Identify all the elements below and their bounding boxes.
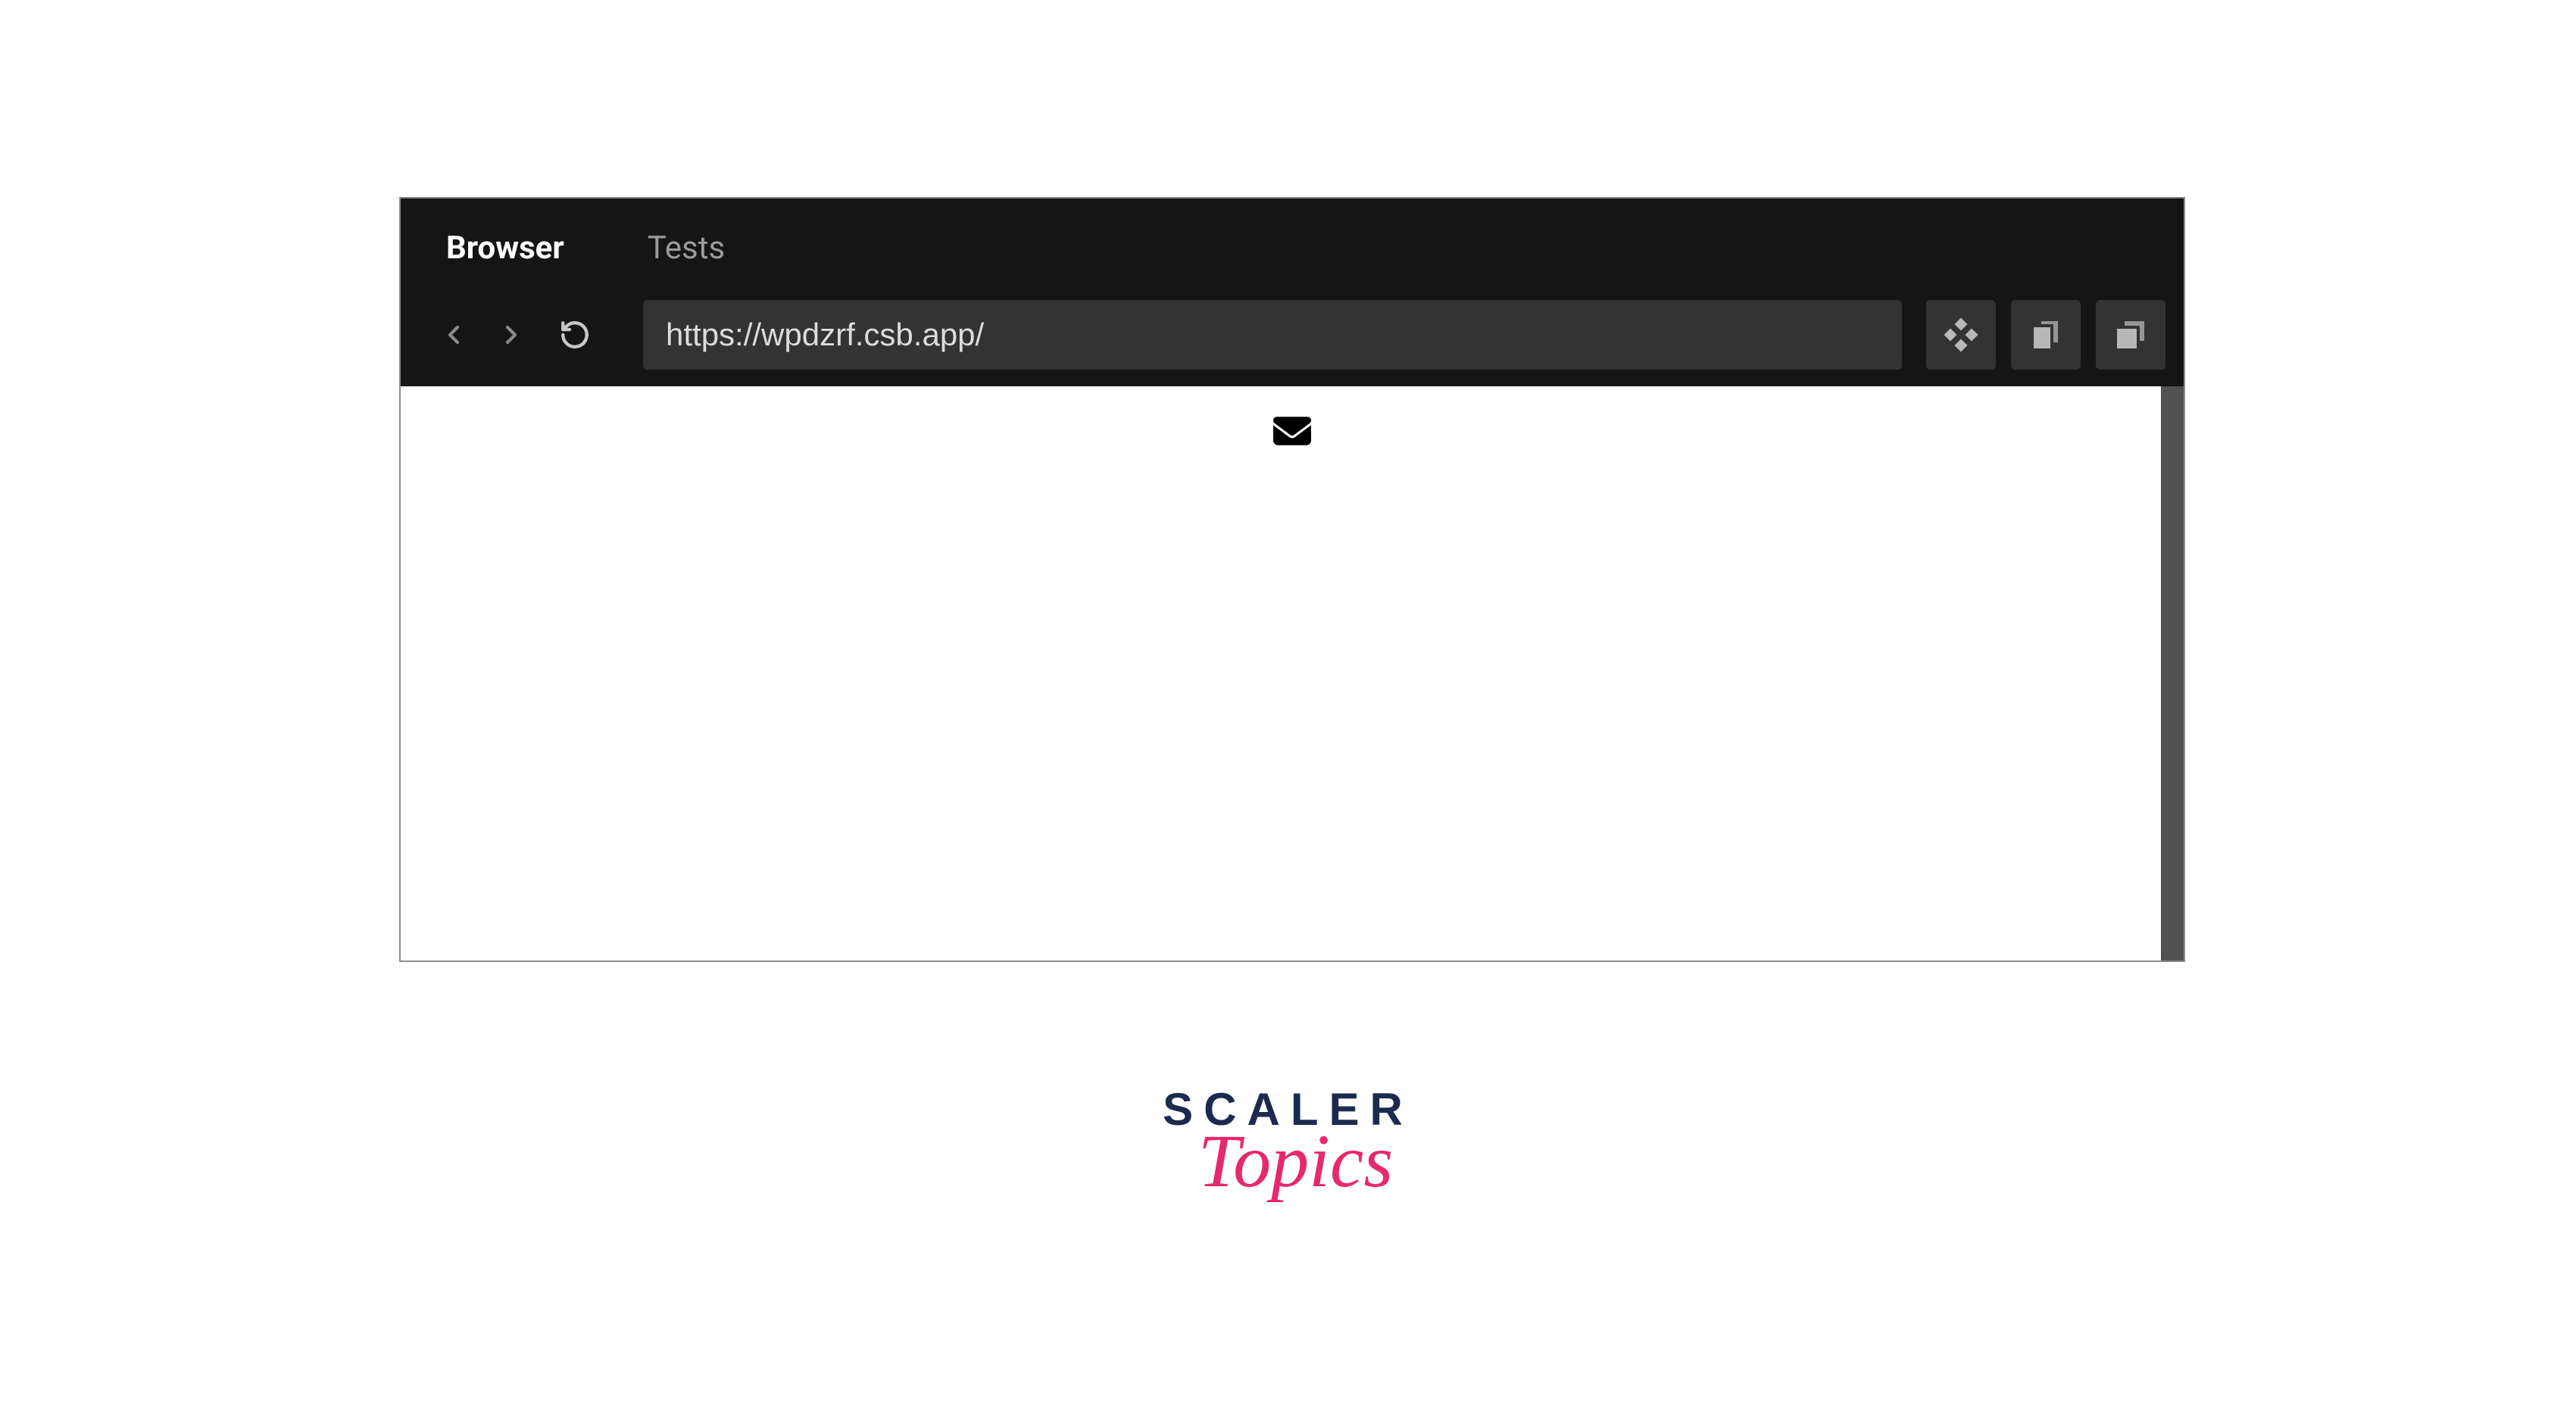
new-window-button[interactable]	[2011, 300, 2081, 370]
reload-button[interactable]	[557, 317, 593, 353]
windows-icon	[2112, 317, 2149, 353]
envelope-icon	[1269, 412, 1316, 450]
chevron-right-icon	[496, 320, 526, 350]
toolbar	[401, 297, 2184, 386]
tab-browser[interactable]: Browser	[446, 230, 564, 267]
reload-icon	[559, 319, 591, 351]
content-area	[401, 386, 2184, 961]
forward-button[interactable]	[493, 317, 529, 353]
logo: SCALER Topics	[1163, 1083, 1413, 1204]
url-input[interactable]	[643, 300, 1902, 370]
chevron-left-icon	[439, 320, 469, 350]
copy-icon	[2028, 317, 2064, 353]
scrollbar[interactable]	[2161, 386, 2184, 961]
browser-chrome: Browser Tests	[401, 198, 2184, 386]
tabs-bar: Browser Tests	[401, 198, 2184, 297]
logo-line-2: Topics	[1198, 1117, 1394, 1204]
windows-button[interactable]	[2096, 300, 2165, 370]
nav-buttons	[419, 317, 608, 353]
tab-tests[interactable]: Tests	[648, 230, 725, 267]
action-buttons	[1926, 300, 2165, 370]
browser-window: Browser Tests	[399, 197, 2185, 962]
sandbox-icon	[1943, 317, 1979, 353]
back-button[interactable]	[436, 317, 472, 353]
sandbox-button[interactable]	[1926, 300, 1996, 370]
